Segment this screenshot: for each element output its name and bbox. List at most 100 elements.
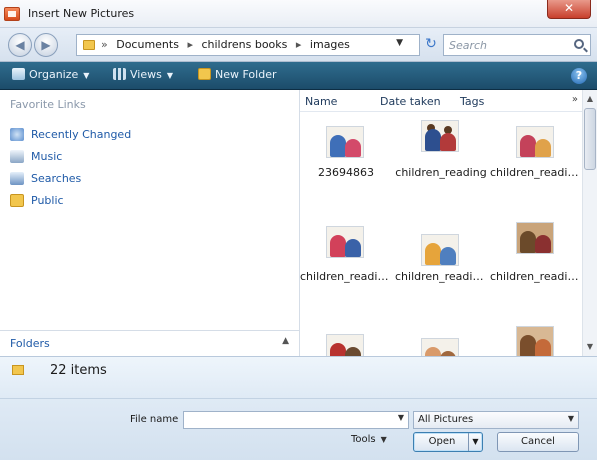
address-field[interactable]: » Documents ▸ childrens books ▸ images ▼ <box>76 34 420 56</box>
file-name-label: File name <box>130 414 179 425</box>
file-form-area: File name ▼ All Pictures ▼ Tools ▼ Open ▼… <box>0 398 597 460</box>
file-item[interactable]: 23694863 <box>300 124 392 214</box>
refresh-icon[interactable]: ↻ <box>420 34 442 56</box>
nav-item-label: Music <box>31 150 63 163</box>
close-button[interactable]: ✕ <box>547 0 591 19</box>
folder-icon <box>83 40 95 50</box>
open-options-icon[interactable]: ▼ <box>468 433 482 451</box>
breadcrumb-separator[interactable]: ▸ <box>296 38 302 51</box>
new-folder-label: New Folder <box>215 68 277 81</box>
scroll-up-icon[interactable]: ▲ <box>583 92 597 106</box>
help-icon[interactable]: ? <box>571 68 587 84</box>
breadcrumb: » Documents ▸ childrens books ▸ images <box>101 38 355 51</box>
breadcrumb-separator[interactable]: ▸ <box>187 38 193 51</box>
tools-button[interactable]: Tools ▼ <box>351 434 387 445</box>
file-item[interactable] <box>300 328 392 356</box>
public-folder-icon <box>10 194 24 207</box>
scroll-down-icon[interactable]: ▼ <box>583 340 597 354</box>
file-item[interactable]: children_readin... <box>300 226 392 316</box>
new-folder-icon <box>198 68 211 80</box>
tools-label: Tools <box>351 434 376 445</box>
nav-item-label: Recently Changed <box>31 128 132 141</box>
organize-label: Organize <box>29 68 79 81</box>
image-thumbnail <box>516 126 554 158</box>
views-label: Views <box>130 68 162 81</box>
search-icon[interactable] <box>574 39 584 49</box>
image-thumbnail <box>421 120 459 152</box>
column-headers: Name Date taken Tags » <box>300 90 582 112</box>
breadcrumb-documents[interactable]: Documents <box>116 38 179 51</box>
nav-item-public[interactable]: Public <box>10 194 64 212</box>
item-count: 22 items <box>50 363 107 378</box>
breadcrumb-childrens-books[interactable]: childrens books <box>201 38 287 51</box>
file-type-select[interactable]: All Pictures ▼ <box>413 411 579 429</box>
file-item[interactable]: children_reading <box>395 120 487 214</box>
chevron-down-icon: ▼ <box>83 71 90 80</box>
back-button[interactable]: ◀ <box>8 33 32 57</box>
nav-item-recently-changed[interactable]: Recently Changed <box>10 128 131 146</box>
image-thumbnail <box>326 334 364 356</box>
more-columns-icon[interactable]: » <box>572 94 578 105</box>
image-thumbnail <box>421 338 459 356</box>
address-dropdown-icon[interactable]: ▼ <box>396 38 403 48</box>
views-icon <box>113 68 126 80</box>
column-header-date-taken[interactable]: Date taken <box>380 95 441 108</box>
image-thumbnail <box>421 234 459 266</box>
cancel-button[interactable]: Cancel <box>497 432 579 452</box>
breadcrumb-images[interactable]: images <box>310 38 350 51</box>
forward-button[interactable]: ▶ <box>34 33 58 57</box>
file-item[interactable] <box>395 328 487 356</box>
image-thumbnail <box>326 126 364 158</box>
title-bar: Insert New Pictures ✕ <box>0 0 597 28</box>
address-bar: ◀ ▶ » Documents ▸ childrens books ▸ imag… <box>0 28 597 62</box>
file-list-pane: Name Date taken Tags » 23694863 children… <box>300 90 597 356</box>
file-item[interactable]: children_readin... <box>395 226 487 316</box>
search-placeholder: Search <box>449 39 488 52</box>
chevron-down-icon: ▼ <box>166 71 173 80</box>
insert-pictures-dialog: Insert New Pictures ✕ ◀ ▶ » Documents ▸ … <box>0 0 597 460</box>
favorite-links-header: Favorite Links <box>10 98 86 111</box>
column-header-name[interactable]: Name <box>305 95 337 108</box>
image-thumbnail <box>326 226 364 258</box>
file-name: 23694863 <box>318 166 374 179</box>
folders-toggle[interactable]: Folders ▲ <box>0 330 299 356</box>
file-name: children_readin... <box>395 270 487 283</box>
column-header-tags[interactable]: Tags <box>460 95 484 108</box>
app-icon <box>4 7 20 21</box>
recently-changed-icon <box>10 128 24 141</box>
image-thumbnail <box>516 222 554 254</box>
navigation-pane: Favorite Links Recently Changed Music Se… <box>0 90 300 356</box>
nav-item-searches[interactable]: Searches <box>10 172 81 190</box>
breadcrumb-prefix: » <box>101 38 108 51</box>
search-input[interactable]: Search <box>443 34 591 56</box>
file-type-value: All Pictures <box>418 414 474 425</box>
open-label: Open <box>428 436 456 447</box>
window-title: Insert New Pictures <box>28 7 135 20</box>
file-name: children_reading <box>395 166 487 179</box>
chevron-down-icon[interactable]: ▼ <box>398 413 404 422</box>
vertical-scrollbar[interactable]: ▲ ▼ <box>582 90 597 356</box>
chevron-down-icon: ▼ <box>380 435 387 444</box>
image-thumbnail <box>516 326 554 356</box>
file-name-input[interactable]: ▼ <box>183 411 409 429</box>
nav-item-label: Searches <box>31 172 82 185</box>
chevron-down-icon: ▼ <box>567 414 574 423</box>
file-item[interactable] <box>490 326 582 356</box>
command-toolbar: Organize ▼ Views ▼ New Folder ? <box>0 62 597 90</box>
details-pane: 22 items <box>0 356 597 398</box>
file-name: children_readin... <box>490 166 582 179</box>
music-icon <box>10 150 24 163</box>
nav-item-music[interactable]: Music <box>10 150 62 168</box>
nav-item-label: Public <box>31 194 64 207</box>
open-button[interactable]: Open ▼ <box>413 432 483 452</box>
file-item[interactable]: children_readin... <box>490 222 582 316</box>
views-button[interactable]: Views ▼ <box>113 68 173 81</box>
organize-icon <box>12 68 25 80</box>
new-folder-button[interactable]: New Folder <box>198 68 276 81</box>
file-item[interactable]: children_readin... <box>490 124 582 214</box>
organize-button[interactable]: Organize ▼ <box>12 68 89 81</box>
searches-icon <box>10 172 24 185</box>
chevron-up-icon: ▲ <box>282 336 289 346</box>
folder-icon <box>12 365 24 375</box>
scrollbar-thumb[interactable] <box>584 108 596 170</box>
